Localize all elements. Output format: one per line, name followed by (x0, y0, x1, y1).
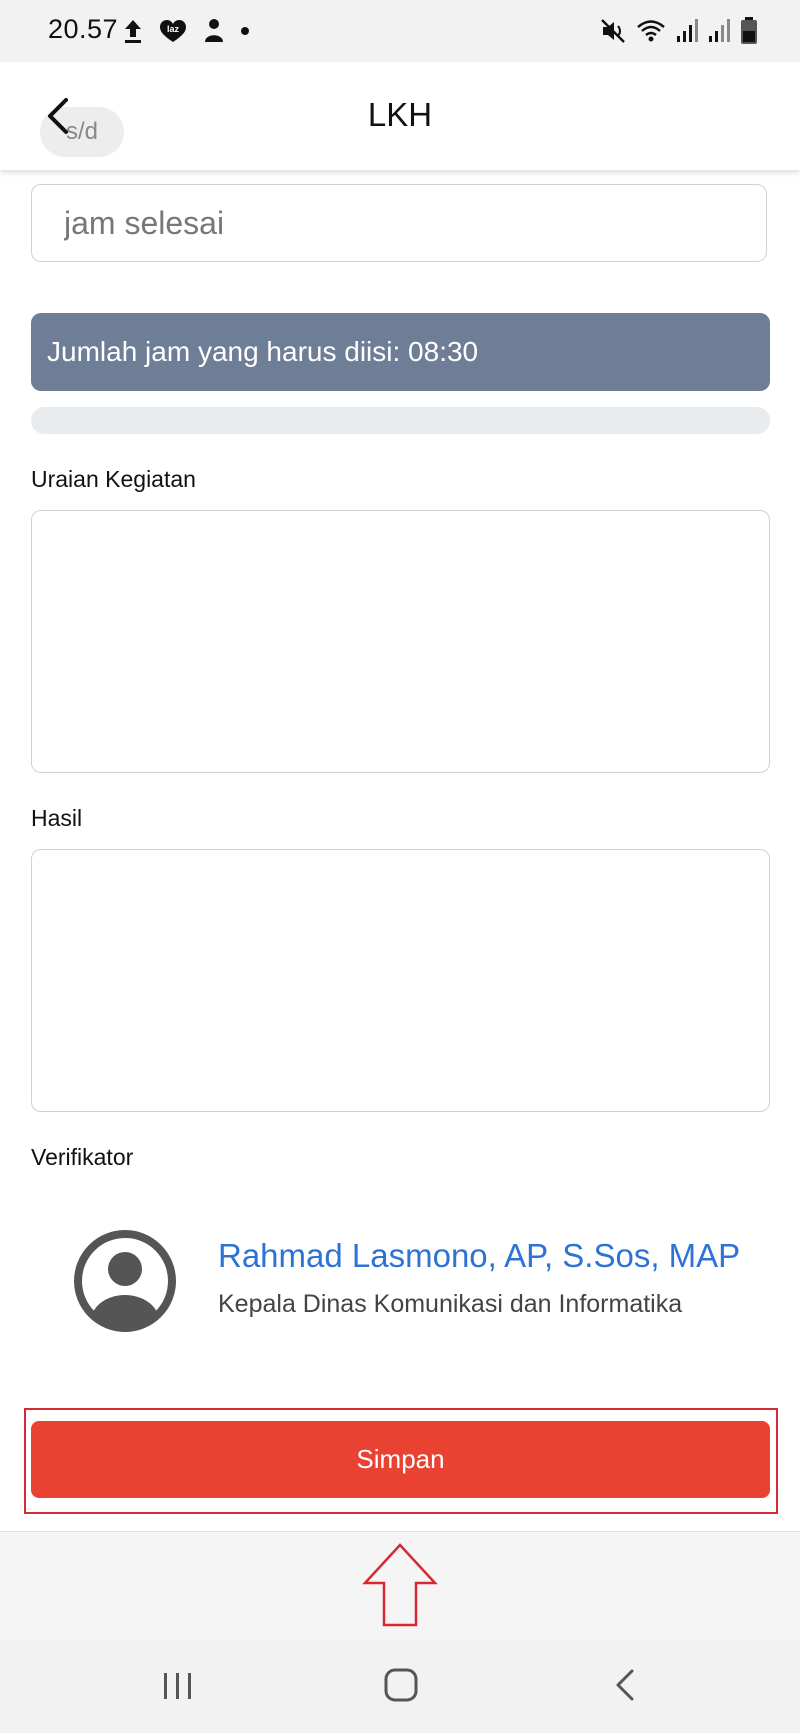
upload-icon (125, 20, 141, 43)
verifier-label: Verifikator (31, 1144, 134, 1170)
person-notification-icon (205, 19, 223, 42)
svg-text:laz: laz (167, 24, 180, 34)
end-time-input[interactable] (31, 184, 767, 262)
hours-progress-bar (31, 407, 770, 434)
up-arrow-outline-icon (362, 1543, 438, 1627)
wifi-icon (637, 20, 665, 42)
activity-textarea[interactable] (31, 510, 770, 773)
page-title: LKH (367, 96, 433, 133)
status-time: 20.57 (48, 14, 119, 44)
signal-icon (677, 19, 698, 42)
home-icon (384, 1668, 418, 1702)
verifier-avatar (73, 1229, 177, 1333)
annotation-arrow (362, 1543, 438, 1627)
required-hours-text: Jumlah jam yang harus diisi: 08:30 (47, 336, 479, 367)
result-label: Hasil (31, 805, 83, 831)
back-icon (616, 1669, 634, 1701)
activity-label: Uraian Kegiatan (31, 466, 196, 492)
save-button[interactable]: Simpan (31, 1421, 770, 1498)
user-circle-icon (74, 1230, 176, 1332)
recents-icon (164, 1673, 191, 1699)
mute-vibrate-icon (601, 19, 625, 43)
system-back-button[interactable] (612, 1667, 640, 1703)
lazada-notification-icon: laz (160, 20, 186, 42)
required-hours-info: Jumlah jam yang harus diisi: 08:30 (31, 313, 770, 391)
battery-icon (741, 17, 757, 44)
verifier-name[interactable]: Rahmad Lasmono, AP, S.Sos, MAP (218, 1237, 740, 1275)
status-right-icons (600, 16, 758, 46)
recents-button[interactable] (160, 1669, 196, 1703)
signal-icon (709, 19, 730, 42)
result-textarea[interactable] (31, 849, 770, 1112)
status-left-icons: laz (122, 16, 250, 46)
dot-icon (241, 27, 249, 35)
verifier-position: Kepala Dinas Komunikasi dan Informatika (218, 1290, 683, 1318)
home-button[interactable] (382, 1666, 420, 1704)
